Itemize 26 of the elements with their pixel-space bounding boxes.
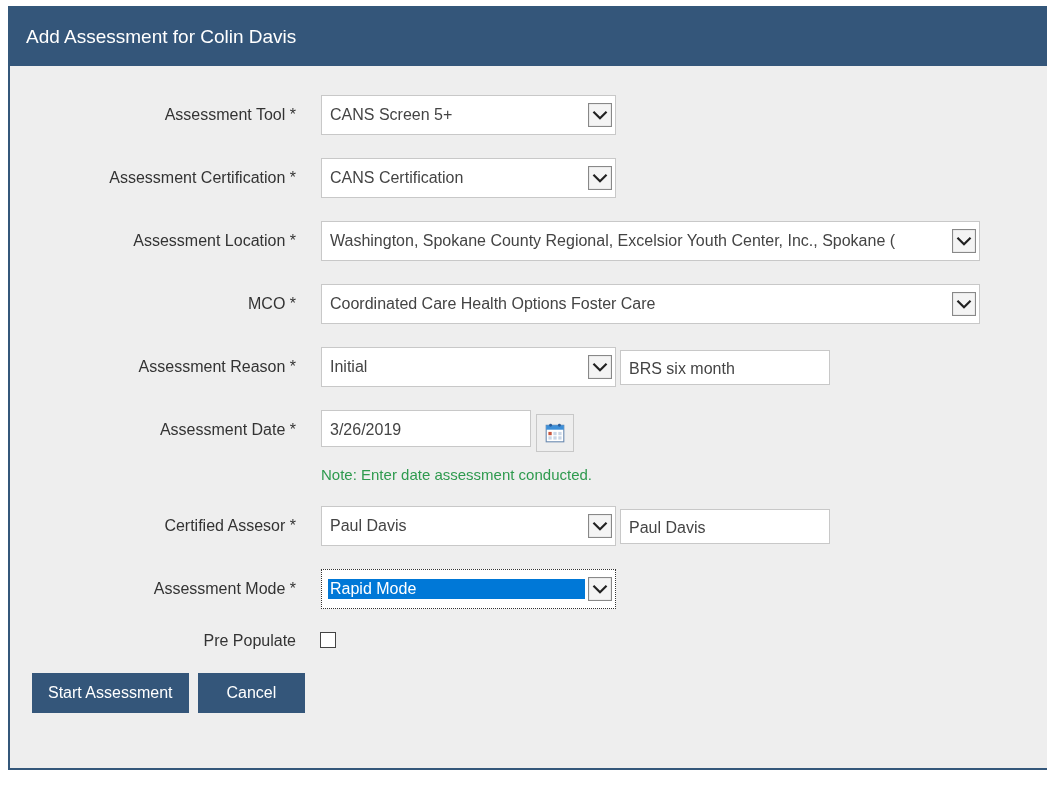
action-button[interactable]: Cancel [197,673,306,713]
field-label: Assessment Reason * [137,357,296,376]
text-field[interactable]: Paul Davis [620,509,830,544]
dropdown[interactable]: Initial [321,347,616,387]
field-label: Assessment Certification * [108,168,296,187]
checkbox[interactable] [320,632,336,648]
text-field[interactable]: BRS six month [620,350,830,385]
field-label: Assessment Date * [158,420,296,439]
dropdown[interactable]: Rapid Mode [321,569,616,609]
field-label: Assessment Mode * [152,579,296,598]
dropdown[interactable]: CANS Screen 5+ [321,95,616,135]
calendar-button[interactable] [536,414,574,452]
dialog-title: Add Assessment for Colin Davis [26,26,297,48]
field-label: Certified Assesor * [163,516,296,535]
dropdown[interactable]: Paul Davis [321,506,616,546]
field-note: Note: Enter date assessment conducted. [321,466,592,483]
calendar-icon [544,422,566,444]
field-label: Assessment Tool * [163,105,296,124]
dropdown[interactable]: Coordinated Care Health Options Foster Care [321,284,980,324]
dropdown[interactable]: Washington, Spokane County Regional, Excelsior Youth Center, Inc., Spokane ( [321,221,980,261]
field-label: MCO * [247,294,296,313]
dropdown[interactable]: CANS Certification [321,158,616,198]
field-label: Assessment Location * [132,231,296,250]
date-field[interactable]: 3/26/2019 [321,410,531,447]
field-label: Pre Populate [202,632,296,650]
action-button[interactable]: Start Assessment [32,673,189,713]
